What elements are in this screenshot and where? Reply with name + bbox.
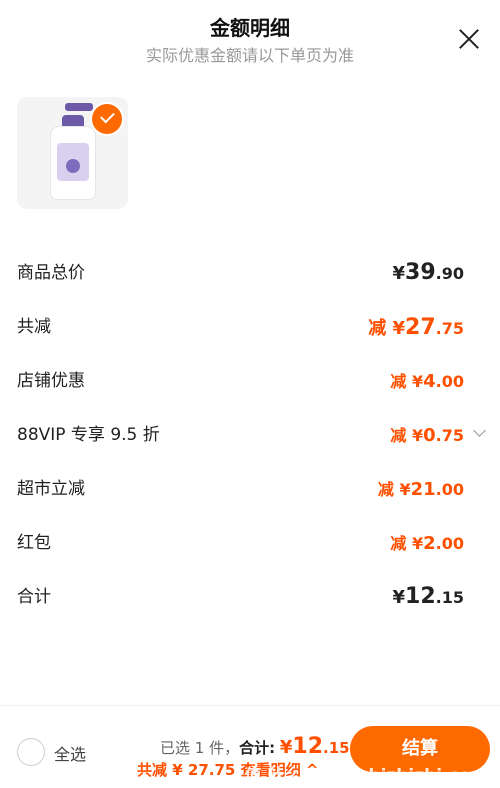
row-total-price: 商品总价 ¥39.90 (17, 258, 464, 288)
row-vip-discount[interactable]: 88VIP 专享 9.5 折 减 ¥0.75 (17, 420, 486, 450)
row-value: 减 ¥27.75 (368, 315, 464, 340)
bottle-flower-shape (66, 159, 80, 173)
row-red-packet: 红包 减 ¥2.00 (17, 528, 464, 558)
row-value: ¥12.15 (392, 584, 465, 609)
row-label: 商品总价 (17, 263, 85, 283)
watermark-logo: 值 什么值得买 zhizhizhi.com (244, 766, 488, 786)
row-value: 减 ¥21.00 (377, 479, 464, 500)
close-icon[interactable] (458, 28, 480, 50)
checkout-bar: 全选 已选 1 件，合计: ¥12.15 共减 ¥ 27.75 查看明细 ^ 结… (0, 705, 500, 788)
row-grand-total: 合计 ¥12.15 (17, 582, 464, 612)
row-value: 减 ¥2.00 (390, 533, 464, 554)
row-value: 减 ¥4.00 (390, 371, 464, 392)
row-value: ¥39.90 (392, 260, 465, 285)
selection-summary: 已选 1 件，合计: ¥12.15 (160, 734, 350, 759)
row-label: 店铺优惠 (17, 371, 85, 391)
row-label: 红包 (17, 533, 51, 553)
row-supermarket-discount: 超市立减 减 ¥21.00 (17, 474, 464, 504)
row-total-discount: 共减 减 ¥27.75 (17, 312, 464, 342)
row-label: 共减 (17, 317, 51, 337)
row-label: 超市立减 (17, 479, 85, 499)
row-label: 合计 (17, 587, 51, 607)
row-value: 减 ¥0.75 (390, 425, 464, 446)
select-all-label[interactable]: 全选 (54, 741, 86, 765)
row-label: 88VIP 专享 9.5 折 (17, 425, 160, 445)
bottle-pump-shape (65, 103, 93, 111)
page-title: 金额明细 (210, 16, 290, 40)
header: 金额明细 实际优惠金额请以下单页为准 (0, 0, 500, 80)
row-store-discount: 店铺优惠 减 ¥4.00 (17, 366, 464, 396)
select-all-checkbox[interactable] (17, 738, 45, 766)
page-subtitle: 实际优惠金额请以下单页为准 (145, 46, 354, 65)
selected-check-icon[interactable] (92, 104, 122, 134)
chevron-down-icon[interactable] (473, 424, 486, 437)
